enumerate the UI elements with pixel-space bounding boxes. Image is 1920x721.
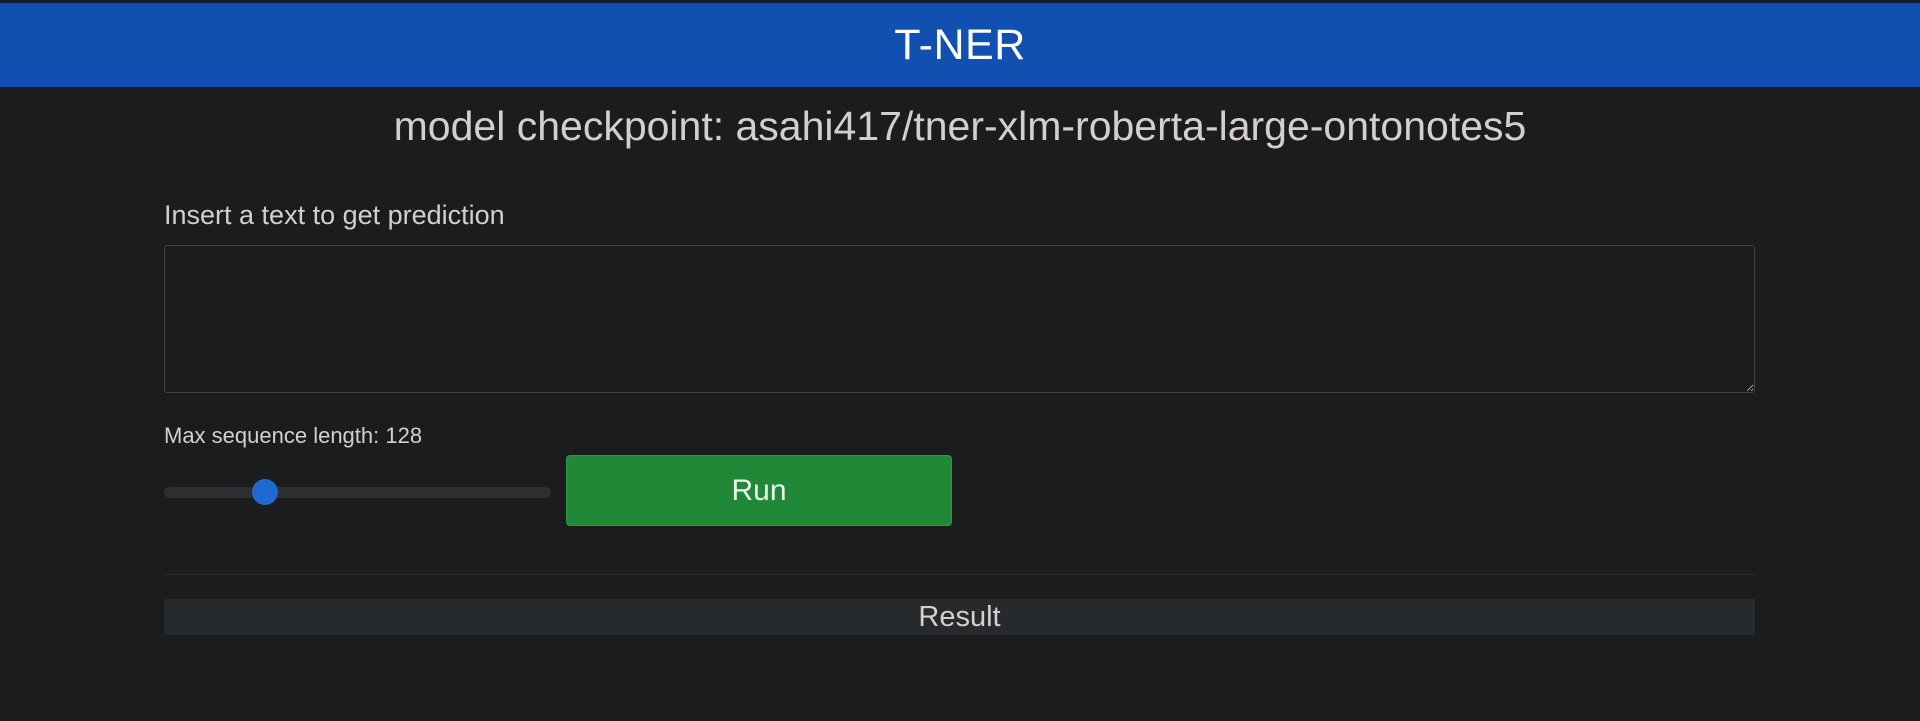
result-section: Result <box>164 599 1755 635</box>
result-label: Result <box>918 600 1001 633</box>
run-button[interactable]: Run <box>566 455 952 526</box>
max-sequence-length-slider[interactable] <box>164 479 551 505</box>
text-input-label: Insert a text to get prediction <box>164 200 505 230</box>
app-header: T-NER <box>0 3 1920 87</box>
text-input[interactable] <box>164 245 1755 393</box>
model-checkpoint-title: model checkpoint: asahi417/tner-xlm-robe… <box>393 103 1527 149</box>
app-title: T-NER <box>894 20 1026 69</box>
divider <box>164 574 1755 575</box>
slider-track[interactable] <box>164 487 551 498</box>
slider-thumb[interactable] <box>252 479 278 505</box>
max-sequence-length-label: Max sequence length: 128 <box>164 423 423 448</box>
